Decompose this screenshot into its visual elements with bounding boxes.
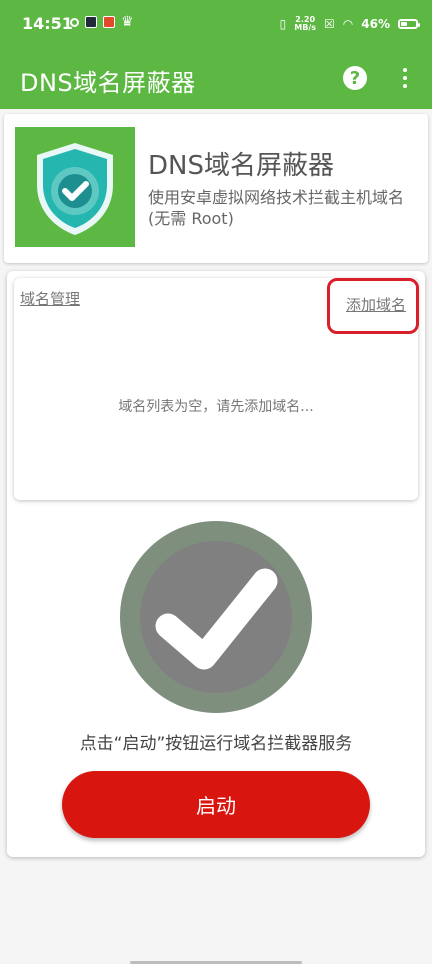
header-title: DNS域名屏蔽器	[148, 151, 334, 181]
app-notification-icon	[85, 16, 97, 28]
status-left-icons: ♛	[70, 14, 134, 30]
vibrate-icon: ▯	[279, 17, 287, 31]
header-description: 使用安卓虚拟网络技术拦截主机域名 (无需 Root)	[148, 188, 405, 228]
battery-percent: 46%	[361, 17, 390, 31]
network-speed-unit: MB/s	[294, 23, 317, 32]
service-instruction: 点击“启动”按钮运行域名拦截器服务	[79, 734, 353, 754]
domain-management-link[interactable]: 域名管理	[20, 288, 80, 309]
app-screen: 14:51 ♛ ▯ 2.20 MB/s ☒ ◠ 46% DNS域名屏蔽器 ? D…	[0, 0, 432, 964]
network-speed: 2.20 MB/s	[294, 16, 316, 32]
app-info-card: DNS域名屏蔽器 使用安卓虚拟网络技术拦截主机域名 (无需 Root)	[4, 114, 428, 263]
main-card: 域名管理 添加域名 域名列表为空，请先添加域名... 点击“启动”按钮运行域名拦…	[7, 271, 425, 857]
battery-icon	[398, 19, 420, 29]
status-time: 14:51	[22, 14, 73, 33]
shield-check-icon	[15, 127, 135, 247]
check-circle-icon	[120, 521, 312, 713]
crown-icon: ♛	[121, 14, 134, 30]
empty-domain-message: 域名列表为空，请先添加域名...	[118, 399, 314, 415]
help-circle-icon[interactable]: ?	[343, 66, 367, 90]
app-bar: DNS域名屏蔽器 ?	[0, 50, 432, 109]
more-vert-icon[interactable]	[396, 62, 414, 94]
app-notification-icon	[103, 16, 115, 28]
sync-icon	[70, 17, 79, 27]
top-bar: 14:51 ♛ ▯ 2.20 MB/s ☒ ◠ 46% DNS域名屏蔽器 ?	[0, 0, 432, 109]
status-bar: 14:51 ♛ ▯ 2.20 MB/s ☒ ◠ 46%	[0, 0, 432, 50]
battery-fill	[401, 22, 407, 26]
wifi-icon: ◠	[342, 17, 354, 31]
domain-management-panel: 域名管理 添加域名 域名列表为空，请先添加域名...	[14, 278, 419, 500]
sim-off-icon: ☒	[324, 17, 335, 31]
app-title: DNS域名屏蔽器	[20, 69, 196, 97]
start-service-button[interactable]: 启动	[62, 771, 370, 838]
add-domain-link[interactable]: 添加域名	[346, 294, 406, 315]
status-right-icons: ▯ 2.20 MB/s ☒ ◠ 46%	[279, 16, 420, 32]
